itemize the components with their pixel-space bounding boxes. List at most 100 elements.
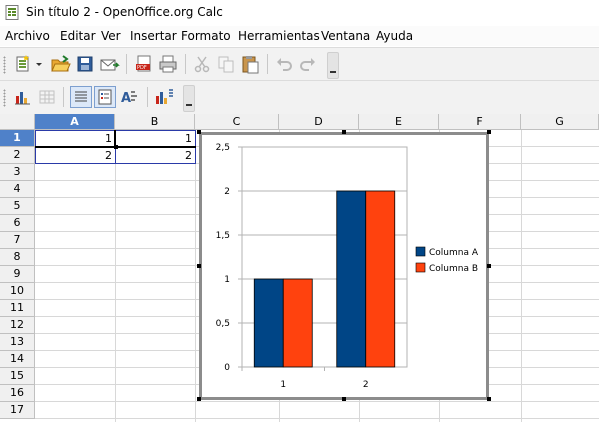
cell-a1[interactable]: 1 [35,131,115,147]
chart-toolbar: A [0,80,599,115]
svg-text:PDF: PDF [137,65,147,71]
row-header-14[interactable]: 14 [0,351,35,368]
save-icon[interactable] [74,53,96,75]
undo-icon [273,53,295,75]
y-tick-label: 1 [224,275,230,285]
row-header-1[interactable]: 1 [0,130,35,147]
bar-columna-a-2 [336,190,367,368]
row-header-13[interactable]: 13 [0,334,35,351]
row-header-17[interactable]: 17 [0,402,35,419]
row-header-10[interactable]: 10 [0,283,35,300]
menu-ventana[interactable]: Ventana [321,29,370,43]
toolbar-separator [185,54,186,74]
column-header-c[interactable]: C [195,114,279,130]
export-pdf-icon[interactable]: PDF [133,53,155,75]
menu-herramientas[interactable]: Herramientas [238,29,320,43]
column-divider [115,130,116,422]
row-header-7[interactable]: 7 [0,232,35,249]
bar-columna-b-1 [282,278,313,368]
column-header-e[interactable]: E [359,114,439,130]
row-header-16[interactable]: 16 [0,385,35,402]
bar-columna-a-1 [253,278,284,368]
toolbar-grip[interactable] [3,56,6,74]
column-header-a[interactable]: A [35,114,115,130]
row-header-6[interactable]: 6 [0,215,35,232]
menu-archivo[interactable]: Archivo [5,29,50,43]
toolbar-separator [63,87,64,107]
y-tick-label: 1,5 [216,231,230,241]
redo-icon [297,53,319,75]
row-header-5[interactable]: 5 [0,198,35,215]
menu-ver[interactable]: Ver [101,29,121,43]
toolbar-grip[interactable] [3,89,6,107]
bar-chart: 0 0,5 1 1,5 2 2,5 1 2 Columna A Columna B [216,143,479,390]
open-icon[interactable] [49,53,71,75]
cell-a2[interactable]: 2 [35,148,115,164]
row-divider [35,401,599,402]
menu-formato[interactable]: Formato [181,29,231,43]
resize-handle-bottom-right[interactable] [487,397,491,401]
dropdown-arrow-icon[interactable] [34,53,44,75]
horizontal-grid-icon[interactable] [70,86,92,108]
standard-toolbar: PDF [0,47,599,81]
row-header-3[interactable]: 3 [0,164,35,181]
column-header-g[interactable]: G [521,114,599,130]
resize-handle-left[interactable] [197,264,201,268]
y-tick-label: 2 [224,187,230,197]
resize-handle-bottom[interactable] [342,397,346,401]
toolbar-separator [267,54,268,74]
chart-type-icon[interactable] [12,86,34,108]
row-header-4[interactable]: 4 [0,181,35,198]
menu-insertar[interactable]: Insertar [130,29,177,43]
resize-handle-bottom-left[interactable] [197,397,201,401]
column-header-d[interactable]: D [279,114,359,130]
print-icon[interactable] [157,53,179,75]
resize-handle-right[interactable] [487,264,491,268]
y-tick-label: 0,5 [216,319,230,329]
auto-layout-icon[interactable] [153,86,175,108]
legend-swatch [415,246,426,257]
x-tick-label: 2 [363,380,369,390]
toolbar-separator [126,54,127,74]
legend-label: Columna A [429,248,479,258]
resize-handle-top-left[interactable] [197,130,201,134]
window-title: Sin título 2 - OpenOffice.org Calc [26,5,223,19]
row-divider [35,418,599,419]
select-all-corner[interactable] [0,114,35,130]
row-header-8[interactable]: 8 [0,249,35,266]
column-header-f[interactable]: F [439,114,521,130]
new-icon[interactable] [12,53,34,75]
column-header-b[interactable]: B [115,114,195,130]
y-tick-label: 0 [224,363,230,373]
email-icon[interactable] [98,53,120,75]
cell-b2[interactable]: 2 [115,148,195,164]
legend-toggle-icon[interactable] [94,86,116,108]
legend-label: Columna B [429,264,478,274]
column-divider [521,130,522,422]
cut-icon [191,53,213,75]
svg-text:A: A [121,91,131,106]
cell-b1[interactable]: 1 [115,131,195,147]
menu-editar[interactable]: Editar [60,29,96,43]
legend-swatch [415,262,426,273]
copy-icon [215,53,237,75]
row-header-9[interactable]: 9 [0,266,35,283]
toolbar-overflow-icon[interactable] [327,52,339,79]
column-divider [195,130,196,422]
menu-bar: Archivo Editar Ver Insertar Formato Herr… [0,26,599,46]
menu-ayuda[interactable]: Ayuda [376,29,413,43]
row-header-2[interactable]: 2 [0,147,35,164]
y-tick-label: 2,5 [216,143,230,153]
row-header-11[interactable]: 11 [0,300,35,317]
resize-handle-top-right[interactable] [487,130,491,134]
paste-icon[interactable] [239,53,261,75]
chart-object[interactable]: 0 0,5 1 1,5 2 2,5 1 2 Columna A Columna B [199,132,489,400]
data-table-icon [36,86,58,108]
calc-app-icon [5,5,19,20]
bar-columna-b-2 [365,190,396,368]
toolbar-overflow-icon[interactable] [183,85,195,112]
row-header-12[interactable]: 12 [0,317,35,334]
resize-handle-top[interactable] [342,130,346,134]
scale-text-icon[interactable]: A [119,86,141,108]
row-header-15[interactable]: 15 [0,368,35,385]
